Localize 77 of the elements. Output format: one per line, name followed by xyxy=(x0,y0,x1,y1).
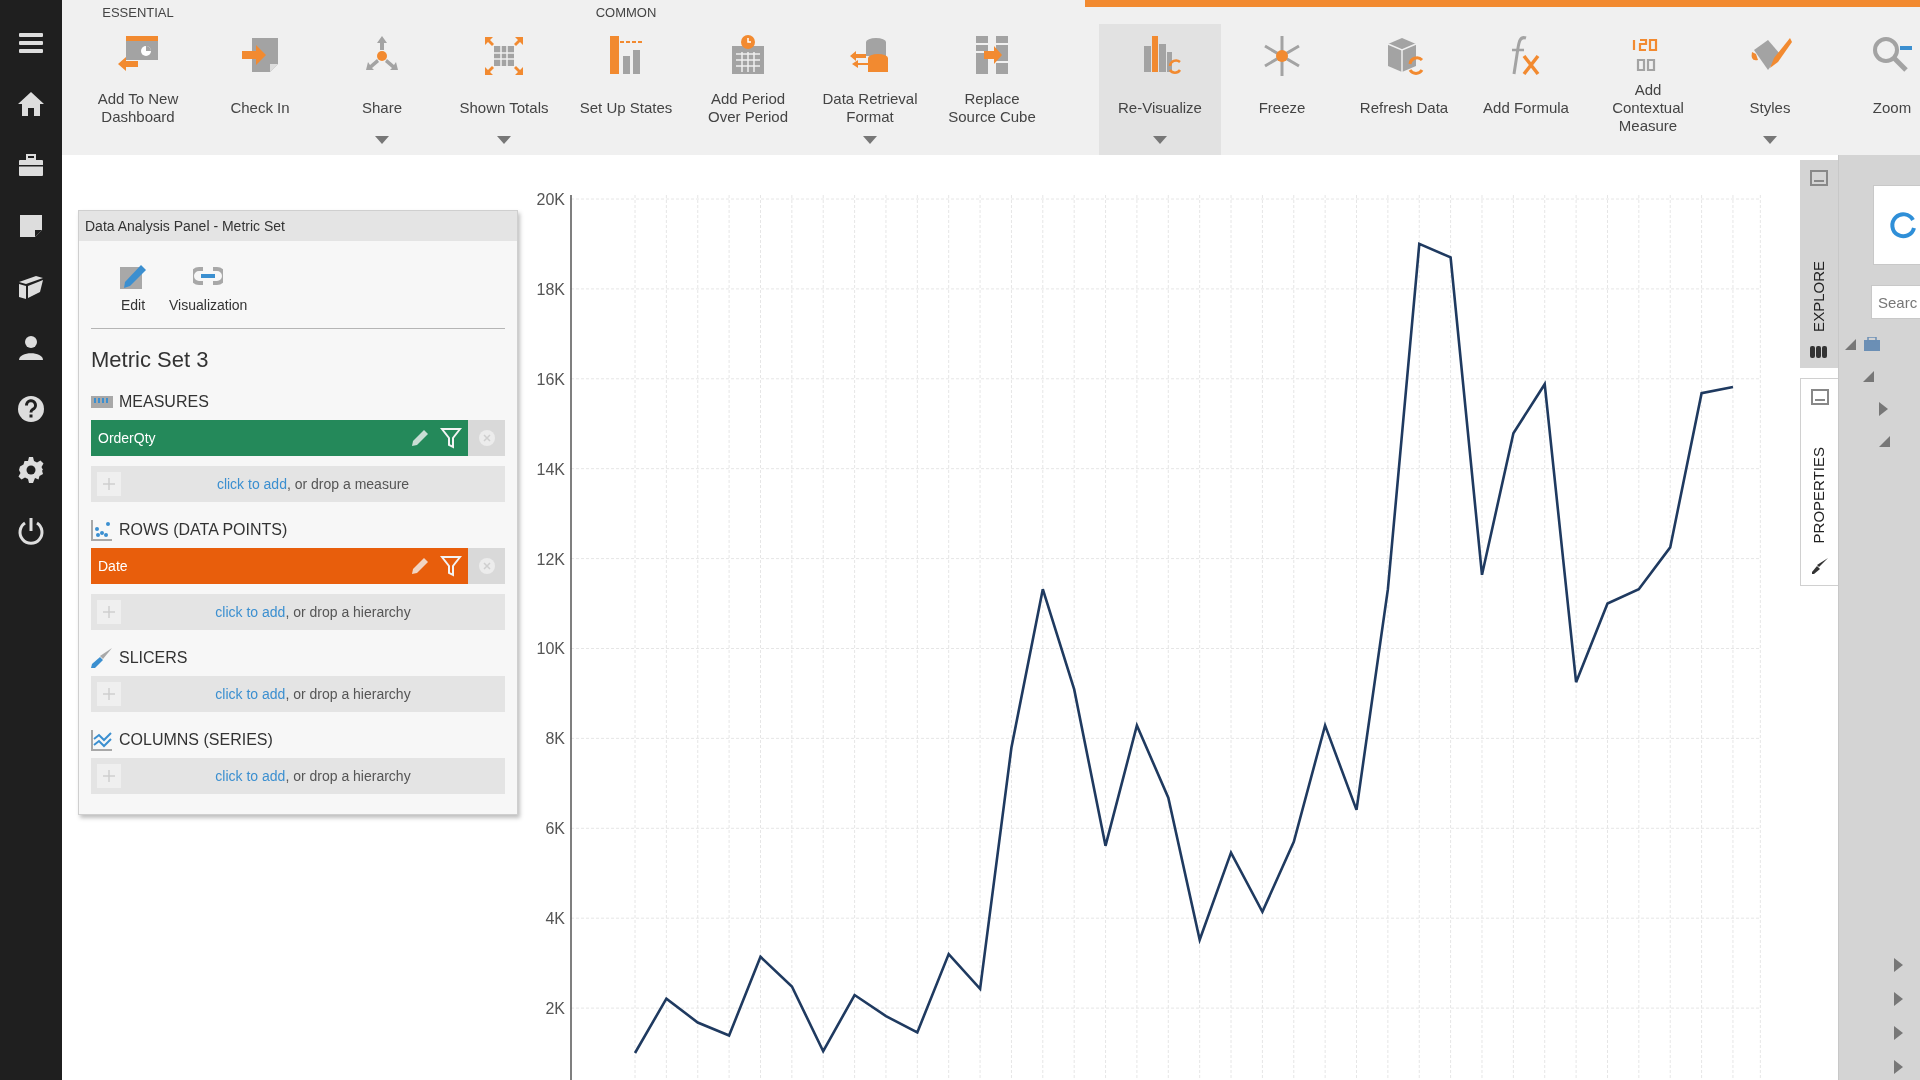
y-axis-label: 20K xyxy=(536,191,565,208)
panel-button[interactable]: Visualization xyxy=(169,261,248,316)
y-axis-label: 14K xyxy=(536,460,565,478)
y-axis-label: 18K xyxy=(536,280,565,298)
filter-icon[interactable] xyxy=(440,427,462,449)
panel-button[interactable]: Edit xyxy=(119,261,147,316)
line-chart-icon xyxy=(91,729,113,751)
filter-icon[interactable] xyxy=(440,555,462,577)
expand-arrow-icon[interactable] xyxy=(1894,1060,1903,1074)
y-axis-label: 16K xyxy=(536,370,565,388)
caret-icon[interactable] xyxy=(497,136,511,144)
toolbar-button[interactable]: Add Contextual Measure xyxy=(1587,24,1709,155)
section-label: ESSENTIAL xyxy=(101,4,175,22)
brush-icon xyxy=(91,647,113,669)
window-icon xyxy=(1810,170,1828,186)
settings-icon[interactable] xyxy=(16,455,46,485)
y-axis-label: 12K xyxy=(536,550,565,568)
toolbar-button[interactable]: Re-Visualize xyxy=(1099,24,1221,155)
y-axis-label: 10K xyxy=(536,640,565,658)
expand-arrow-icon[interactable] xyxy=(1894,1026,1903,1040)
window-icon xyxy=(1810,389,1829,405)
help-icon[interactable] xyxy=(16,394,46,424)
section-label: SLICERS xyxy=(119,648,188,668)
side-tab[interactable]: PROPERTIES xyxy=(1800,378,1838,586)
toolbar-button[interactable]: Freeze xyxy=(1221,24,1343,155)
collapse-arrow-icon[interactable] xyxy=(1845,338,1856,350)
caret-icon[interactable] xyxy=(375,136,389,144)
caret-icon[interactable] xyxy=(1763,136,1777,144)
toolbar-button[interactable]: Add Formula xyxy=(1465,24,1587,155)
toolbar-button[interactable]: Add Period Over Period xyxy=(687,24,809,155)
drop-hint: , or drop a hierarchy xyxy=(285,602,411,622)
field-chip[interactable]: OrderQty xyxy=(91,420,468,456)
toolbar-button[interactable]: Set Up States xyxy=(565,24,687,155)
panel-heading: Metric Set 3 xyxy=(90,346,210,374)
toolbar-button[interactable]: Shown Totals xyxy=(443,24,565,155)
drop-hint: , or drop a hierarchy xyxy=(285,684,411,704)
refresh-icon[interactable] xyxy=(1888,210,1918,240)
toolbar-button[interactable]: Zoom xyxy=(1831,24,1920,155)
caret-icon[interactable] xyxy=(863,136,877,144)
brush-icon xyxy=(1810,557,1829,575)
expand-arrow-icon[interactable] xyxy=(1894,958,1903,972)
panel-title: Data Analysis Panel - Metric Set xyxy=(85,216,285,236)
section-label: COMMON xyxy=(594,4,658,22)
expand-arrow-icon[interactable] xyxy=(1879,402,1888,416)
y-axis-label: 2K xyxy=(545,1000,565,1018)
toolbar-button[interactable]: Replace Source Cube xyxy=(931,24,1053,155)
pencil-icon[interactable] xyxy=(410,556,430,576)
toolbar-button[interactable]: Add To New Dashboard xyxy=(77,24,199,155)
drop-hint: , or drop a measure xyxy=(286,474,410,494)
section-label: COLUMNS (SERIES) xyxy=(119,730,273,750)
collapse-arrow-icon[interactable] xyxy=(1879,436,1890,447)
search-field[interactable]: Searc xyxy=(1871,285,1920,319)
collapse-arrow-icon[interactable] xyxy=(1863,371,1874,382)
section-label: ROWS (DATA POINTS) xyxy=(119,520,288,540)
section-label: MEASURES xyxy=(119,392,209,412)
y-axis-label: 4K xyxy=(545,910,565,928)
scatter-icon xyxy=(91,519,113,541)
power-icon[interactable] xyxy=(16,516,46,546)
home-icon[interactable] xyxy=(16,89,46,119)
toolbar-button[interactable]: Styles xyxy=(1709,24,1831,155)
link-icon xyxy=(193,265,224,287)
pencil-icon xyxy=(119,262,147,290)
caret-icon[interactable] xyxy=(1153,136,1167,144)
expand-arrow-icon[interactable] xyxy=(1894,992,1903,1006)
y-axis-label: 6K xyxy=(545,820,565,838)
toolbar-button[interactable]: Refresh Data xyxy=(1343,24,1465,155)
user-icon[interactable] xyxy=(16,333,46,363)
ruler-icon xyxy=(91,396,113,408)
y-axis-label: 8K xyxy=(545,730,565,748)
pencil-icon[interactable] xyxy=(410,428,430,448)
toolbar-button[interactable]: Check In xyxy=(199,24,321,155)
drop-hint: , or drop a hierarchy xyxy=(285,766,411,786)
folder-icon xyxy=(1864,337,1880,351)
side-tab[interactable]: EXPLORE xyxy=(1800,160,1838,368)
toolbar-button[interactable]: Share xyxy=(321,24,443,155)
database-icon xyxy=(1810,346,1828,358)
toolbar-button[interactable]: Data Retrieval Format xyxy=(809,24,931,155)
